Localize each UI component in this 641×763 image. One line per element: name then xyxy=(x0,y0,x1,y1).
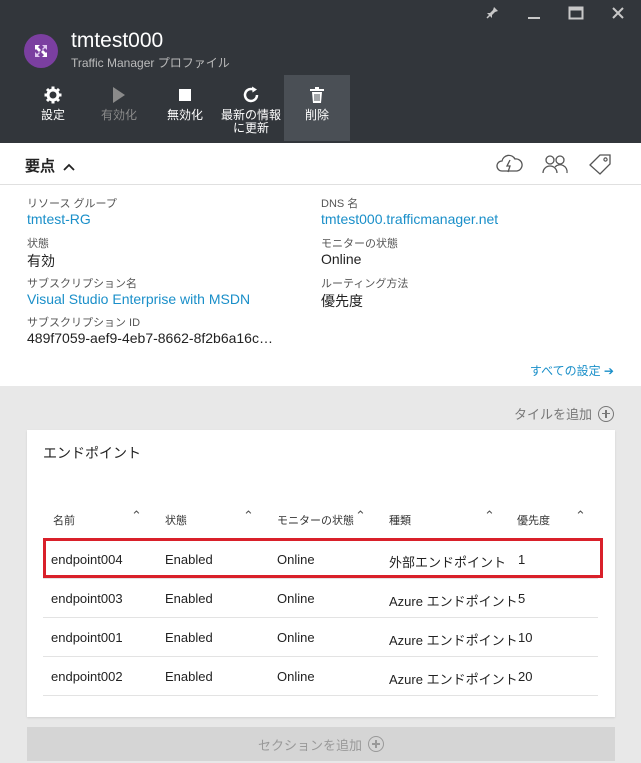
blade-header: tmtest000 Traffic Manager プロファイル 設定 有効化 … xyxy=(0,0,641,143)
essentials-icons xyxy=(495,153,613,175)
endpoint-monitor: Online xyxy=(277,552,315,567)
enable-label: 有効化 xyxy=(100,108,137,122)
play-icon xyxy=(112,85,126,105)
endpoint-name: endpoint001 xyxy=(51,630,123,645)
table-row[interactable]: endpoint001 Enabled Online Azure エンドポイント… xyxy=(43,618,598,657)
resource-group-label: リソース グループ xyxy=(27,198,117,210)
endpoint-type: 外部エンドポイント xyxy=(389,555,507,570)
endpoint-priority: 10 xyxy=(518,630,533,645)
window-controls xyxy=(483,6,627,24)
endpoint-monitor: Online xyxy=(277,630,315,645)
endpoint-monitor: Online xyxy=(277,591,315,606)
table-row[interactable]: endpoint003 Enabled Online Azure エンドポイント… xyxy=(43,579,598,618)
delete-button[interactable]: 削除 xyxy=(284,75,350,141)
status-value: 有効 xyxy=(27,253,55,269)
endpoint-status: Enabled xyxy=(165,669,213,684)
endpoint-type: Azure エンドポイント xyxy=(389,594,518,609)
endpoint-monitor: Online xyxy=(277,669,315,684)
disable-button[interactable]: 無効化 xyxy=(152,75,218,141)
resource-group-link[interactable]: tmtest-RG xyxy=(27,211,91,227)
trash-icon xyxy=(310,85,324,105)
add-section-button[interactable]: セクションを追加 xyxy=(27,727,615,761)
endpoint-name: endpoint004 xyxy=(51,552,123,567)
endpoint-name: endpoint003 xyxy=(51,591,123,606)
enable-button[interactable]: 有効化 xyxy=(86,75,152,141)
disable-label: 無効化 xyxy=(166,108,203,122)
subscription-name-label: サブスクリプション名 xyxy=(27,278,137,290)
monitor-status-value: Online xyxy=(321,251,362,267)
essentials-header: 要点 xyxy=(0,143,641,185)
subscription-id-label: サブスクリプション ID xyxy=(27,317,141,329)
monitor-status-label: モニターの状態 xyxy=(321,238,398,250)
settings-button[interactable]: 設定 xyxy=(20,75,86,141)
refresh-icon xyxy=(242,85,260,105)
traffic-manager-icon xyxy=(24,34,58,68)
cloud-lightning-icon[interactable] xyxy=(495,153,523,175)
delete-label: 削除 xyxy=(304,108,329,122)
add-tile-label: タイルを追加 xyxy=(513,407,592,422)
dns-name-label: DNS 名 xyxy=(321,198,359,210)
endpoint-priority: 5 xyxy=(518,591,526,606)
table-row[interactable]: endpoint002 Enabled Online Azure エンドポイント… xyxy=(43,657,598,696)
page-subtitle: Traffic Manager プロファイル xyxy=(71,56,230,70)
status-label: 状態 xyxy=(27,238,49,250)
essentials-toggle[interactable]: 要点 xyxy=(25,155,75,176)
endpoint-status: Enabled xyxy=(165,591,213,606)
chevron-up-icon xyxy=(63,158,75,175)
endpoint-priority: 1 xyxy=(518,552,526,567)
maximize-icon[interactable] xyxy=(567,6,585,24)
column-header-type[interactable]: 種類 xyxy=(389,512,411,528)
add-section-label: セクションを追加 xyxy=(257,737,362,753)
plus-circle-icon xyxy=(598,405,614,422)
column-header-monitor[interactable]: モニターの状態 xyxy=(277,512,354,528)
add-tile-button[interactable]: タイルを追加 xyxy=(514,404,614,423)
endpoint-name: endpoint002 xyxy=(51,669,123,684)
sort-status-icon[interactable]: ⌃ xyxy=(243,508,254,524)
subscription-name-link[interactable]: Visual Studio Enterprise with MSDN xyxy=(27,291,250,307)
routing-method-label: ルーティング方法 xyxy=(321,278,409,290)
command-bar: 設定 有効化 無効化 最新の情報に更新 削除 xyxy=(20,75,350,141)
endpoints-title: エンドポイント xyxy=(43,445,141,461)
endpoint-type: Azure エンドポイント xyxy=(389,633,518,648)
column-header-priority[interactable]: 優先度 xyxy=(517,512,550,528)
endpoint-status: Enabled xyxy=(165,630,213,645)
stop-icon xyxy=(178,85,192,105)
column-header-name[interactable]: 名前 xyxy=(53,512,75,528)
plus-circle-icon xyxy=(368,736,384,752)
users-icon[interactable] xyxy=(541,153,568,175)
dns-name-link[interactable]: tmtest000.trafficmanager.net xyxy=(321,211,498,227)
close-icon[interactable] xyxy=(609,6,627,24)
sort-monitor-icon[interactable]: ⌃ xyxy=(355,508,366,524)
routing-method-value: 優先度 xyxy=(321,293,363,309)
essentials-panel: 要点 リソース グループ tmtest-RG 状態 有効 サブスクリプション名 … xyxy=(0,143,641,386)
sort-type-icon[interactable]: ⌃ xyxy=(484,508,495,524)
essentials-title: 要点 xyxy=(25,158,56,175)
tag-icon[interactable] xyxy=(587,153,613,175)
page-title: tmtest000 xyxy=(71,29,164,52)
subscription-id-value: 489f7059-aef9-4eb7-8662-8f2b6a16c… xyxy=(27,330,273,346)
gear-icon xyxy=(44,85,62,105)
all-settings-link[interactable]: すべての設定 ➔ xyxy=(530,362,614,379)
column-header-status[interactable]: 状態 xyxy=(165,512,187,528)
refresh-label: 最新の情報に更新 xyxy=(220,108,281,135)
table-row[interactable]: endpoint004 Enabled Online 外部エンドポイント 1 xyxy=(43,540,598,579)
refresh-button[interactable]: 最新の情報に更新 xyxy=(218,75,284,141)
endpoint-status: Enabled xyxy=(165,552,213,567)
endpoint-type: Azure エンドポイント xyxy=(389,672,518,687)
sort-priority-icon[interactable]: ⌃ xyxy=(575,508,586,524)
settings-label: 設定 xyxy=(40,108,65,122)
minimize-icon[interactable] xyxy=(525,6,543,24)
pin-icon[interactable] xyxy=(483,6,501,24)
sort-name-icon[interactable]: ⌃ xyxy=(131,508,142,524)
endpoints-tile: エンドポイント 名前 ⌃ 状態 ⌃ モニターの状態 ⌃ 種類 ⌃ 優先度 ⌃ e… xyxy=(27,430,615,717)
endpoint-priority: 20 xyxy=(518,669,533,684)
